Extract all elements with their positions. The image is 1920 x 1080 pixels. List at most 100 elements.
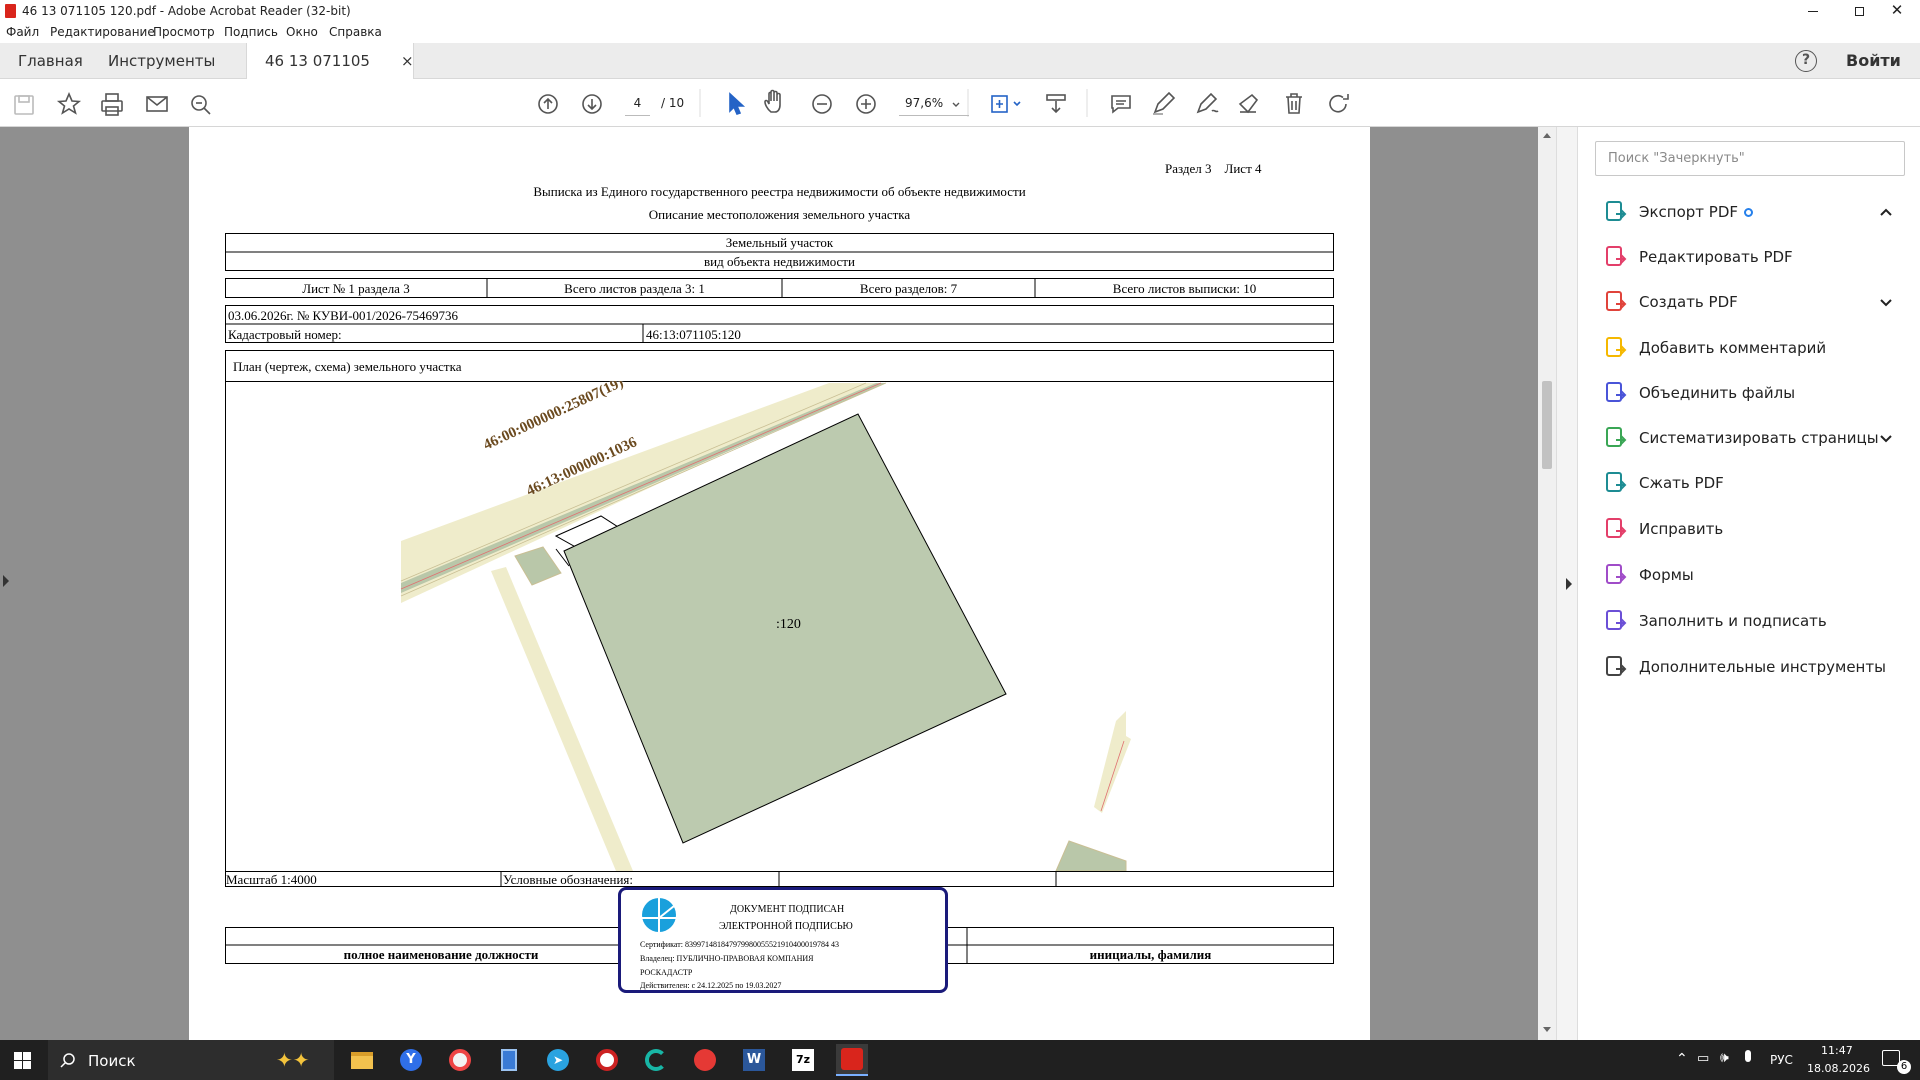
object-type: Земельный участок bbox=[725, 235, 834, 250]
tool-fill-sign[interactable]: Заполнить и подписать bbox=[1604, 601, 1904, 641]
7zip-icon[interactable]: 7z bbox=[787, 1044, 819, 1076]
tool-export-pdf[interactable]: Экспорт PDF bbox=[1604, 192, 1904, 232]
copilot-sparkle-icon: ✦✦ bbox=[276, 1048, 310, 1072]
clock-date[interactable]: 18.08.2026 bbox=[1807, 1062, 1870, 1075]
app-wave-icon[interactable] bbox=[640, 1044, 672, 1076]
sheet-number: Лист № 1 раздела 3 bbox=[302, 281, 410, 296]
plan-map: 46:00:000000:25807(19) 46:13:000000:1036… bbox=[225, 381, 1334, 871]
tool-label: Сжать PDF bbox=[1639, 474, 1724, 492]
file-explorer-icon[interactable] bbox=[346, 1044, 378, 1076]
stamp-owner2: РОСКАДАСТР bbox=[640, 968, 693, 977]
menu-file[interactable]: Файл bbox=[6, 25, 39, 39]
taskbar-search-box[interactable]: Поиск ✦✦ bbox=[48, 1040, 334, 1080]
minimize-button[interactable] bbox=[1790, 0, 1836, 22]
menu-edit[interactable]: Редактирование bbox=[50, 25, 155, 39]
scroll-up-arrow[interactable] bbox=[1543, 133, 1551, 138]
app-c-icon[interactable] bbox=[591, 1044, 623, 1076]
fit-page-icon[interactable] bbox=[991, 95, 1021, 113]
parcel-label: :120 bbox=[776, 617, 801, 632]
tool-more-tools[interactable]: Дополнительные инструменты bbox=[1604, 647, 1904, 687]
volume-icon[interactable]: 🕪 bbox=[1720, 1050, 1729, 1066]
scale-label: Масштаб 1:4000 bbox=[226, 872, 317, 887]
taskbar-search-icon bbox=[60, 1053, 75, 1068]
clock-time[interactable]: 11:47 bbox=[1821, 1044, 1853, 1057]
menu-window[interactable]: Окно bbox=[286, 25, 318, 39]
tool-label: Редактировать PDF bbox=[1639, 248, 1793, 266]
zoom-out-icon[interactable] bbox=[812, 94, 832, 114]
tool-compress[interactable]: Сжать PDF bbox=[1604, 463, 1904, 503]
acrobat-taskbar-icon[interactable] bbox=[836, 1044, 868, 1076]
calculator-icon[interactable] bbox=[493, 1044, 525, 1076]
pen-highlight-icon[interactable] bbox=[1153, 91, 1176, 115]
scroll-mode-icon[interactable] bbox=[1046, 94, 1066, 114]
sheets-total: Всего листов выписки: 10 bbox=[1112, 281, 1257, 296]
stamp-tool-icon[interactable] bbox=[1238, 93, 1259, 114]
tab-tools[interactable]: Инструменты bbox=[108, 43, 215, 79]
right-road bbox=[1094, 711, 1131, 813]
zoom-search-icon[interactable] bbox=[191, 95, 211, 115]
comment-tool-icon[interactable] bbox=[1111, 95, 1131, 114]
app-red-icon[interactable] bbox=[689, 1044, 721, 1076]
word-icon[interactable]: W bbox=[738, 1044, 770, 1076]
tool-organize[interactable]: Систематизировать страницы bbox=[1604, 418, 1904, 458]
vertical-scrollbar[interactable] bbox=[1538, 127, 1556, 1040]
expand-chevron-icon[interactable] bbox=[1874, 426, 1898, 450]
email-icon[interactable] bbox=[146, 96, 168, 112]
page-up-icon[interactable] bbox=[538, 94, 558, 114]
tool-edit-pdf[interactable]: Редактировать PDF bbox=[1604, 237, 1904, 277]
menu-sign[interactable]: Подпись bbox=[224, 25, 278, 39]
sign-in-button[interactable]: Войти bbox=[1846, 43, 1901, 79]
collapse-chevron-icon[interactable] bbox=[1874, 200, 1898, 224]
scroll-down-arrow[interactable] bbox=[1543, 1027, 1551, 1032]
menu-view[interactable]: Просмотр bbox=[153, 25, 215, 39]
microphone-icon[interactable] bbox=[1745, 1050, 1751, 1062]
close-window-button[interactable]: ✕ bbox=[1874, 0, 1920, 22]
rotate-icon[interactable] bbox=[1329, 94, 1349, 113]
scroll-thumb[interactable] bbox=[1542, 381, 1552, 469]
tool-create-pdf[interactable]: Создать PDF bbox=[1604, 282, 1904, 322]
menu-help[interactable]: Справка bbox=[329, 25, 382, 39]
tool-comment[interactable]: Добавить комментарий bbox=[1604, 328, 1904, 368]
page-down-icon[interactable] bbox=[582, 94, 602, 114]
left-panel-toggle-icon[interactable] bbox=[3, 575, 9, 587]
delete-icon[interactable] bbox=[1286, 93, 1302, 114]
bookmark-star-icon[interactable] bbox=[56, 91, 82, 115]
network-icon[interactable]: ▭ bbox=[1697, 1051, 1709, 1066]
tool-forms[interactable]: Формы bbox=[1604, 555, 1904, 595]
date-number: 03.06.2026г. № КУВИ-001/2026-75469736 bbox=[228, 308, 458, 323]
tab-close-icon[interactable]: × bbox=[401, 43, 414, 79]
keyboard-language[interactable]: РУС bbox=[1770, 1053, 1793, 1067]
cadastral-value: 46:13:071105:120 bbox=[646, 327, 741, 342]
windows-start-icon[interactable] bbox=[14, 1052, 31, 1069]
cadastral-label: Кадастровый номер: bbox=[228, 327, 342, 342]
yandex-browser-icon[interactable]: Y bbox=[395, 1044, 427, 1076]
tools-search-input[interactable]: Поиск "Зачеркнуть" bbox=[1595, 141, 1905, 176]
tray-chevron-icon[interactable]: ⌃ bbox=[1676, 1051, 1688, 1067]
combine-icon bbox=[1604, 381, 1628, 405]
window-title: 46 13 071105 120.pdf - Adobe Acrobat Rea… bbox=[22, 4, 351, 18]
tab-bar: Главная Инструменты 46 13 071105 120....… bbox=[0, 43, 1920, 106]
app-red-circle-icon[interactable] bbox=[444, 1044, 476, 1076]
right-panel-toggle-icon[interactable] bbox=[1566, 578, 1572, 590]
help-icon[interactable]: ? bbox=[1795, 50, 1817, 72]
tab-document[interactable]: 46 13 071105 120.... × bbox=[246, 43, 414, 106]
zoom-in-icon[interactable] bbox=[856, 94, 876, 114]
expand-chevron-icon[interactable] bbox=[1874, 290, 1898, 314]
tab-home[interactable]: Главная bbox=[18, 43, 83, 79]
compress-icon bbox=[1604, 471, 1628, 495]
print-icon[interactable] bbox=[101, 93, 123, 116]
page-total: / 10 bbox=[661, 96, 685, 110]
extract-title: Выписка из Единого государственного реес… bbox=[533, 184, 1026, 199]
page-number-input[interactable]: 4 bbox=[625, 92, 650, 116]
telegram-icon[interactable]: ➤ bbox=[542, 1044, 574, 1076]
tool-redact[interactable]: Исправить bbox=[1604, 509, 1904, 549]
redact-icon bbox=[1604, 517, 1628, 541]
sign-tool-icon[interactable] bbox=[1196, 92, 1219, 114]
tool-label: Создать PDF bbox=[1639, 293, 1738, 311]
tool-combine[interactable]: Объединить файлы bbox=[1604, 373, 1904, 413]
select-cursor-icon[interactable] bbox=[729, 92, 746, 115]
zoom-input[interactable]: 97,6% bbox=[899, 92, 969, 116]
save-icon[interactable] bbox=[14, 95, 34, 115]
hand-tool-icon[interactable] bbox=[764, 89, 781, 113]
notification-count-badge: 6 bbox=[1897, 1060, 1911, 1074]
